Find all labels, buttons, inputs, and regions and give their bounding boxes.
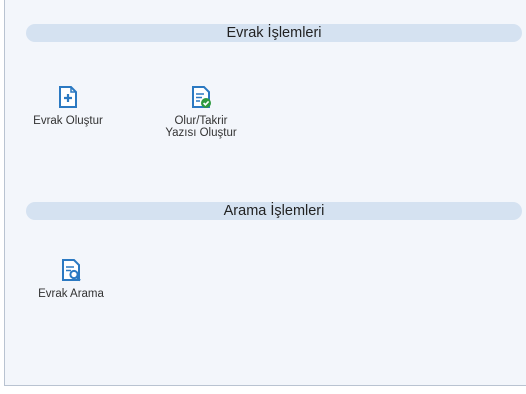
section-header-arama-islemleri: Arama İşlemleri [26,202,522,220]
olur-takrir-yazisi-olustur-button[interactable]: Olur/Takrir Yazısı Oluştur [155,85,247,139]
section-header-evrak-islemleri: Evrak İşlemleri [26,24,522,42]
document-approve-icon [192,86,211,108]
evrak-arama-button[interactable]: Evrak Arama [31,258,111,300]
tile-label-line2: Yazısı Oluştur [165,127,237,139]
document-search-icon [62,259,81,282]
operations-panel: Evrak İşlemleri Evrak Oluştur Olur/Takri… [4,0,526,386]
tile-label: Olur/Takrir [174,115,228,127]
tile-label: Evrak Arama [38,288,104,300]
section-title: Evrak İşlemleri [226,25,322,41]
document-add-icon [59,86,77,108]
evrak-olustur-button[interactable]: Evrak Oluştur [21,85,115,127]
tile-label: Evrak Oluştur [33,115,103,127]
section-title: Arama İşlemleri [223,203,325,219]
